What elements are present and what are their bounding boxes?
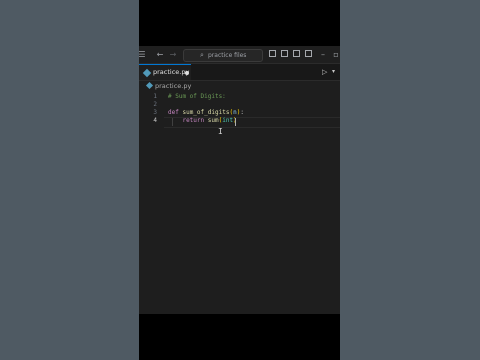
code-editor[interactable]: 1 2 3 4 # Sum of Digits: def sum_of_digi… <box>139 91 340 314</box>
command-center-search[interactable]: ⌕ practice files <box>183 49 263 62</box>
function-name: sum_of_digits <box>182 109 230 116</box>
code-line-1: # Sum of Digits: <box>168 93 226 101</box>
search-icon: ⌕ <box>200 51 204 59</box>
line-number: 1 <box>153 93 157 100</box>
customize-layout-icon[interactable] <box>305 50 312 57</box>
search-placeholder: practice files <box>208 52 247 59</box>
python-file-icon <box>142 68 152 78</box>
forward-arrow-icon[interactable]: → <box>169 49 177 60</box>
right-backdrop <box>340 0 480 360</box>
code-comment: # Sum of Digits: <box>168 93 226 100</box>
colon: : <box>240 109 244 116</box>
keyword-return: return <box>182 117 205 124</box>
python-file-icon <box>145 81 154 90</box>
code-line-3: def sum_of_digits(n): <box>168 109 244 117</box>
phone-frame: ☰ ← → ⌕ practice files – ▫ practice.py ▷… <box>139 0 340 360</box>
text-caret <box>235 118 236 126</box>
minimize-icon[interactable]: – <box>319 49 327 60</box>
line-number: 3 <box>153 109 157 116</box>
title-bar: ☰ ← → ⌕ practice files – ▫ <box>139 46 340 64</box>
toggle-secondary-sidebar-icon[interactable] <box>293 50 300 57</box>
breadcrumb: practice.py <box>139 81 340 91</box>
run-play-icon[interactable]: ▷ <box>322 67 327 77</box>
line-number-active: 4 <box>153 117 157 124</box>
mouse-ibeam-cursor-icon: I <box>218 127 223 136</box>
menu-icon[interactable]: ☰ <box>139 49 146 60</box>
back-arrow-icon[interactable]: ← <box>156 49 164 60</box>
unsaved-dot-icon[interactable] <box>185 71 189 75</box>
left-backdrop <box>0 0 140 360</box>
builtin-int: int <box>222 117 234 124</box>
tab-bar: practice.py ▷ ▾ <box>139 64 340 81</box>
editor-window: ☰ ← → ⌕ practice files – ▫ practice.py ▷… <box>139 46 340 314</box>
toggle-panel-icon[interactable] <box>281 50 288 57</box>
maximize-icon[interactable]: ▫ <box>332 49 340 60</box>
toggle-primary-sidebar-icon[interactable] <box>269 50 276 57</box>
tab-label: practice.py <box>153 68 190 76</box>
tab-practice-py[interactable]: practice.py <box>139 64 191 80</box>
run-dropdown-chevron-icon[interactable]: ▾ <box>332 67 335 77</box>
breadcrumb-filename[interactable]: practice.py <box>155 81 191 91</box>
builtin-sum: sum <box>207 117 219 124</box>
code-line-4: return sum(int) <box>168 117 236 125</box>
line-number: 2 <box>153 101 157 108</box>
keyword-def: def <box>168 109 179 116</box>
